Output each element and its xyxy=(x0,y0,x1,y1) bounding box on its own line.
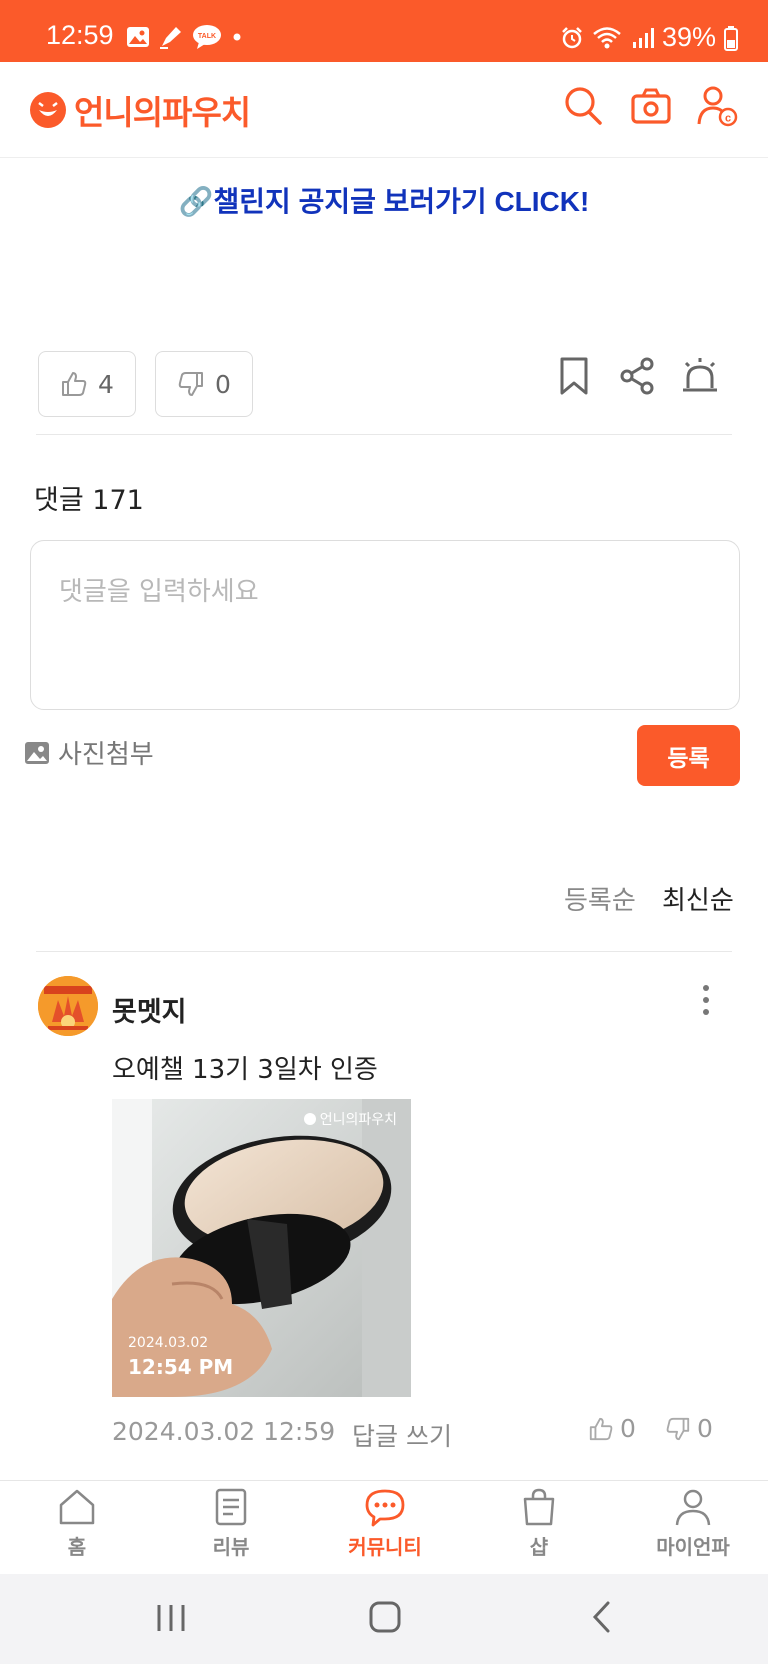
app-header: 언니의파우치 c xyxy=(0,62,768,158)
comment-count-title: 댓글 171 xyxy=(34,485,144,516)
comment-like-count: 0 xyxy=(620,1414,636,1443)
thumbs-down-icon xyxy=(178,372,204,396)
comment-input-box xyxy=(30,540,740,710)
dislike-count: 0 xyxy=(215,369,231,399)
image-date-stamp: 2024.03.02 xyxy=(128,1335,209,1351)
system-nav-bar xyxy=(0,1574,768,1664)
community-chat-icon xyxy=(365,1489,405,1527)
search-icon[interactable] xyxy=(562,84,604,128)
talk-label: TALK xyxy=(198,33,216,40)
image-icon xyxy=(25,741,49,764)
comment-like-button[interactable]: 0 xyxy=(588,1414,636,1443)
pen-icon xyxy=(160,27,181,49)
recent-apps-icon[interactable] xyxy=(154,1602,188,1634)
image-time-stamp: 12:54 PM xyxy=(128,1355,234,1379)
sort-by-latest[interactable]: 최신순 xyxy=(662,880,734,917)
home-button-icon[interactable] xyxy=(368,1600,402,1634)
divider xyxy=(36,951,732,952)
more-options-icon[interactable] xyxy=(694,980,718,1020)
avatar[interactable] xyxy=(38,976,98,1036)
status-system-icons: 39% xyxy=(560,22,738,53)
back-icon[interactable] xyxy=(590,1600,612,1634)
profile-icon xyxy=(675,1489,711,1526)
thumbs-down-icon xyxy=(666,1417,690,1440)
photo-attach-label: 사진첨부 xyxy=(58,740,154,770)
svg-text:c: c xyxy=(725,113,731,125)
logo-mark-icon xyxy=(30,92,66,128)
signal-icon xyxy=(632,27,654,48)
report-siren-icon[interactable] xyxy=(680,356,720,396)
talk-icon: TALK xyxy=(193,25,221,49)
dot-icon xyxy=(233,33,241,41)
comment-dislike-button[interactable]: 0 xyxy=(665,1414,713,1443)
sort-by-registered[interactable]: 등록순 xyxy=(564,880,636,917)
divider xyxy=(36,434,732,435)
review-doc-icon xyxy=(215,1488,247,1526)
user-coin-icon[interactable]: c xyxy=(697,84,739,128)
battery-icon xyxy=(724,25,738,51)
wifi-icon xyxy=(593,26,621,48)
status-bar: 12:59 TALK 39% xyxy=(0,0,768,62)
gallery-icon xyxy=(127,27,149,47)
comment-text: 오예챌 13기 3일차 인증 xyxy=(112,1055,378,1085)
bottom-nav: 홈 리뷰 커뮤니티 샵 마이언파 xyxy=(0,1480,768,1574)
nav-shop[interactable]: 샵 xyxy=(479,1481,599,1575)
share-icon[interactable] xyxy=(617,356,657,396)
home-icon xyxy=(59,1489,95,1525)
status-notification-icons: TALK xyxy=(126,24,244,50)
camera-icon[interactable] xyxy=(630,84,672,128)
reply-button[interactable]: 답글 쓰기 xyxy=(352,1417,452,1453)
bookmark-icon[interactable] xyxy=(554,356,594,396)
image-watermark: 언니의파우치 xyxy=(303,1109,397,1129)
nav-home[interactable]: 홈 xyxy=(17,1481,137,1575)
thumbs-up-icon xyxy=(62,372,87,396)
comment-input[interactable] xyxy=(31,541,739,709)
comment-photo[interactable]: 언니의파우치 2024.03.02 12:54 PM xyxy=(112,1099,411,1397)
thumbs-up-icon xyxy=(589,1417,613,1440)
comment-username[interactable]: 못멧지 xyxy=(112,990,187,1029)
submit-comment-button[interactable]: 등록 xyxy=(637,725,740,786)
like-count: 4 xyxy=(98,369,114,399)
app-logo[interactable]: 언니의파우치 xyxy=(30,86,251,134)
challenge-notice-link[interactable]: 🔗챌린지 공지글 보러가기 CLICK! xyxy=(0,180,768,220)
comment-dislike-count: 0 xyxy=(697,1414,713,1443)
photo-attach-button[interactable]: 사진첨부 xyxy=(24,734,154,771)
nav-my-page[interactable]: 마이언파 xyxy=(633,1481,753,1575)
logo-text: 언니의파우치 xyxy=(74,94,251,131)
dislike-button[interactable]: 0 xyxy=(155,351,253,417)
status-time: 12:59 xyxy=(46,20,114,50)
battery-percent: 39% xyxy=(661,22,716,52)
comment-date: 2024.03.02 12:59 xyxy=(112,1417,336,1446)
like-button[interactable]: 4 xyxy=(38,351,136,417)
nav-review[interactable]: 리뷰 xyxy=(171,1481,291,1575)
alarm-icon xyxy=(562,26,582,48)
nav-community[interactable]: 커뮤니티 xyxy=(325,1481,445,1575)
shopping-bag-icon xyxy=(523,1488,555,1526)
